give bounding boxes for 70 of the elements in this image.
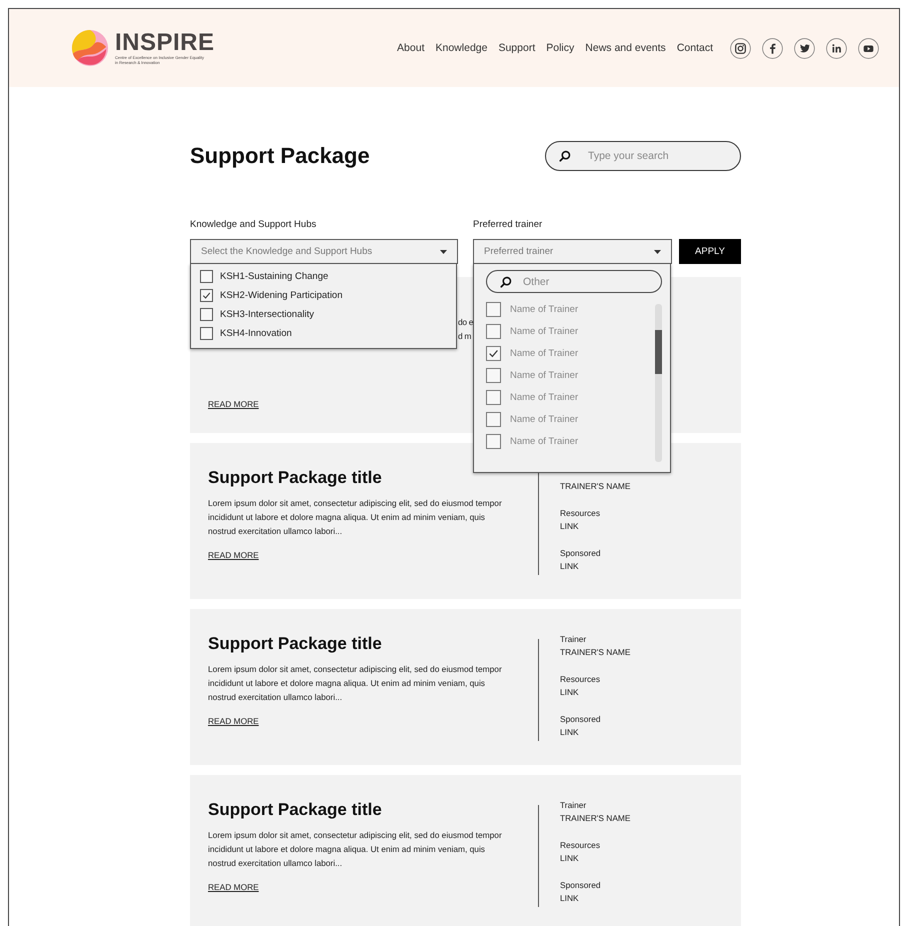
read-more-link[interactable]: READ MORE [208,550,508,560]
trainer-search-field[interactable]: Other [486,270,662,293]
text-fragment: d m [458,330,472,343]
youtube-icon[interactable] [858,38,879,58]
trainer-name: TRAINER'S NAME [560,812,630,825]
trainer-name: TRAINER'S NAME [560,480,630,493]
field-label: Sponsored [560,547,602,560]
option-label[interactable]: KSH3-Intersectionality [220,309,314,320]
trainer-name: TRAINER'S NAME [560,646,630,659]
checkbox[interactable] [486,390,501,405]
field-label: Sponsored [560,879,602,892]
option-label[interactable]: KSH2-Widening Participation [220,290,343,301]
card-title: Support Package title [208,800,383,820]
search-icon [500,276,512,288]
checkbox[interactable] [200,289,213,302]
search-field[interactable]: Type your search [545,141,741,171]
card-description: Lorem ipsum dolor sit amet, consectetur adipiscing elit, sed do eiusmod tempor incididunt ut labore et dolore magna aliqua. Ut enim ad minim veniam, quis nostrud exercitation ullamco labori... [208,829,503,870]
caret-icon [440,250,447,254]
trainer-dropdown[interactable]: Preferred trainer [473,239,672,264]
sponsored-link[interactable]: LINK [560,892,630,905]
card-title: Support Package title [208,468,383,488]
field-label: Knowledge and Support Hubs [190,219,318,230]
sponsored-link[interactable]: LINK [560,560,630,573]
text-fragment: do e [458,316,474,329]
apply-button[interactable]: APPLY [679,239,741,264]
field-label: Trainer [560,799,588,812]
logo-wordmark: INSPIRE [115,31,215,55]
scrollbar[interactable] [655,304,662,462]
checkbox[interactable] [486,302,501,317]
nav-link[interactable]: Knowledge [436,42,488,54]
checkbox[interactable] [486,346,501,361]
checkbox[interactable] [486,412,501,427]
checkbox[interactable] [486,434,501,449]
field-label: Preferred trainer [473,219,544,230]
checkbox[interactable] [200,270,213,283]
checkbox[interactable] [486,368,501,383]
checkmark-icon [201,290,212,301]
field-label: Trainer [560,633,588,646]
twitter-icon[interactable] [794,38,815,58]
logo-icon[interactable] [71,29,109,67]
nav-link[interactable]: Policy [546,42,574,54]
resources-link[interactable]: LINK [560,852,630,865]
checkbox[interactable] [486,324,501,339]
page-title: Support Package [190,143,370,169]
search-icon [559,150,571,162]
hubs-dropdown[interactable]: Select the Knowledge and Support Hubs [190,239,458,264]
card-title: Support Package title [208,634,383,654]
linkedin-icon[interactable] [826,38,847,58]
field-label: Sponsored [560,713,602,726]
checkbox[interactable] [200,308,213,321]
resources-link[interactable]: LINK [560,520,630,533]
instagram-icon[interactable] [730,38,751,58]
read-more-link[interactable]: READ MORE [208,716,508,726]
card-description: Lorem ipsum dolor sit amet, consectetur adipiscing elit, sed do eiusmod tempor incididunt ut labore et dolore magna aliqua. Ut enim ad minim veniam, quis nostrud exercitation ullamco labori... [208,497,503,538]
checkbox[interactable] [200,327,213,340]
facebook-icon[interactable] [762,38,783,58]
sponsored-link[interactable]: LINK [560,726,630,739]
field-label: Resources [560,839,602,852]
nav-link[interactable]: About [397,42,424,54]
nav-link[interactable]: Contact [676,42,713,54]
caret-icon [654,250,661,254]
field-label: Resources [560,507,602,520]
nav-link[interactable]: Support [498,42,536,54]
read-more-link[interactable]: READ MORE [208,882,508,892]
card-description: Lorem ipsum dolor sit amet, consectetur adipiscing elit, sed do eiusmod tempor incididunt ut labore et dolore magna aliqua. Ut enim ad minim veniam, quis nostrud exercitation ullamco labori... [208,663,503,704]
resources-link[interactable]: LINK [560,686,630,699]
nav-link[interactable]: News and events [585,42,666,54]
option-label[interactable]: KSH4-Innovation [220,328,292,339]
option-label[interactable]: KSH1-Sustaining Change [220,271,328,282]
field-label: Resources [560,673,602,686]
